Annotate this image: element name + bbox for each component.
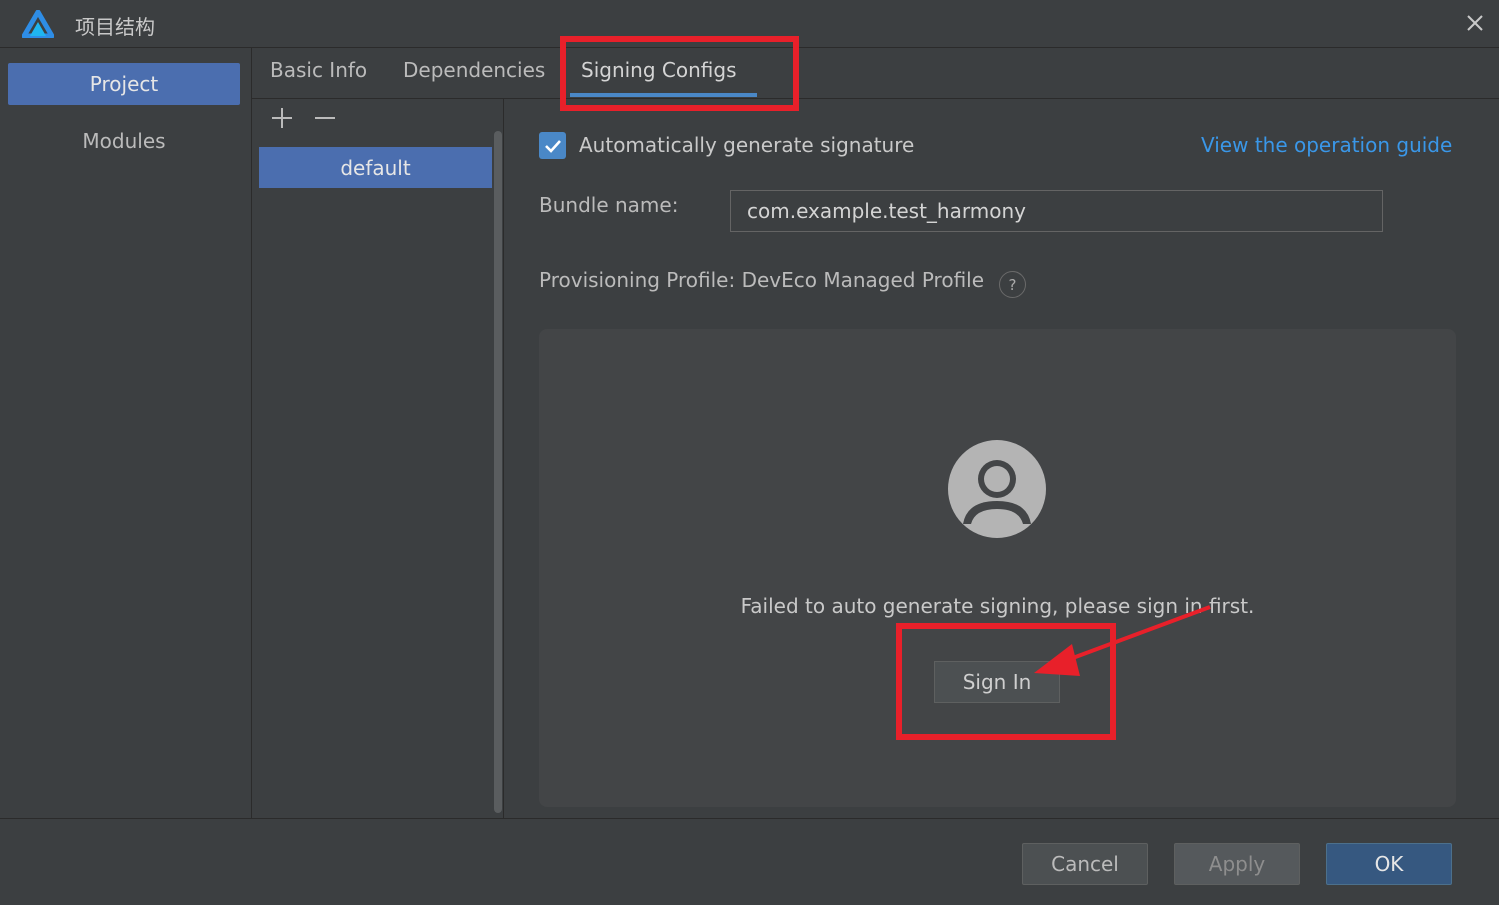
sidebar-item-label: Modules	[82, 129, 166, 153]
title-bar: 项目结构	[0, 0, 1499, 48]
add-config-button[interactable]	[269, 105, 295, 131]
sidebar-item-label: Project	[89, 72, 159, 96]
sidebar-item-modules[interactable]: Modules	[8, 120, 240, 162]
bundle-name-label: Bundle name:	[539, 193, 679, 217]
sign-in-button[interactable]: Sign In	[934, 661, 1060, 703]
ok-button[interactable]: OK	[1326, 843, 1452, 885]
dialog-footer: Cancel Apply OK	[0, 818, 1499, 905]
signing-config-list: default	[252, 99, 504, 818]
close-icon	[1467, 15, 1483, 31]
auto-generate-checkbox[interactable]	[539, 132, 566, 159]
user-avatar-icon	[948, 440, 1046, 538]
operation-guide-link[interactable]: View the operation guide	[1201, 133, 1452, 157]
sign-in-failure-message: Failed to auto generate signing, please …	[740, 594, 1255, 618]
config-item-default[interactable]: default	[259, 147, 492, 188]
remove-config-button[interactable]	[312, 105, 338, 131]
sign-in-panel: Failed to auto generate signing, please …	[539, 329, 1456, 807]
deveco-logo-icon	[22, 10, 54, 38]
checkmark-icon	[544, 139, 561, 153]
sidebar: Project Modules	[0, 48, 252, 818]
close-button[interactable]	[1460, 8, 1490, 38]
minus-icon	[315, 117, 335, 119]
apply-button[interactable]: Apply	[1174, 843, 1300, 885]
tab-basic-info[interactable]: Basic Info	[270, 58, 367, 90]
help-icon[interactable]: ?	[999, 271, 1026, 298]
tab-dependencies[interactable]: Dependencies	[403, 58, 545, 90]
config-list-scrollbar[interactable]	[494, 131, 502, 813]
window-title: 项目结构	[75, 15, 155, 39]
tab-signing-configs[interactable]: Signing Configs	[581, 58, 737, 90]
cancel-button[interactable]: Cancel	[1022, 843, 1148, 885]
active-tab-indicator	[570, 93, 757, 97]
signing-configs-panel: Automatically generate signature View th…	[505, 99, 1499, 818]
bundle-name-field[interactable]	[730, 190, 1383, 232]
sidebar-item-project[interactable]: Project	[8, 63, 240, 105]
tab-bar: Basic Info Dependencies Signing Configs	[252, 48, 1499, 99]
auto-generate-label: Automatically generate signature	[579, 133, 915, 157]
help-glyph: ?	[1008, 275, 1017, 294]
provisioning-profile-label: Provisioning Profile: DevEco Managed Pro…	[539, 268, 985, 292]
plus-icon	[272, 108, 292, 128]
config-item-label: default	[340, 155, 411, 180]
